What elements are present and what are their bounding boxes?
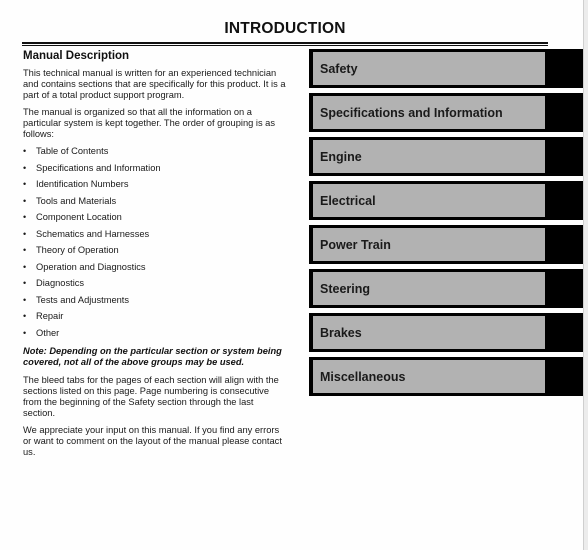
section-tab-label: Safety: [313, 52, 545, 85]
list-item: • Table of Contents: [23, 146, 288, 163]
list-item-label: Repair: [36, 311, 64, 321]
list-item: • Theory of Operation: [23, 245, 288, 262]
list-item-label: Diagnostics: [36, 278, 85, 288]
list-item: • Repair: [23, 311, 288, 328]
intro-paragraph: This technical manual is written for an …: [23, 68, 286, 100]
list-item: • Identification Numbers: [23, 179, 288, 196]
bullet-icon: •: [23, 228, 27, 239]
section-tab-safety[interactable]: Safety: [309, 49, 583, 88]
section-tab-label: Brakes: [313, 316, 545, 349]
list-item: • Schematics and Harnesses: [23, 229, 288, 246]
section-tab-label: Steering: [313, 272, 545, 305]
list-item: • Operation and Diagnostics: [23, 262, 288, 279]
bleed-tabs-paragraph: The bleed tabs for the pages of each sec…: [23, 375, 279, 418]
list-item-label: Table of Contents: [36, 146, 109, 156]
list-item: • Component Location: [23, 212, 288, 229]
list-item: • Specifications and Information: [23, 163, 288, 180]
list-item-label: Tests and Adjustments: [36, 294, 130, 305]
section-tab-label: Miscellaneous: [313, 360, 545, 393]
list-item: • Tools and Materials: [23, 196, 288, 213]
list-item-label: Tools and Materials: [36, 195, 117, 206]
list-item-label: Schematics and Harnesses: [36, 228, 150, 239]
bullet-icon: •: [23, 327, 27, 338]
list-item-label: Specifications and Information: [36, 162, 161, 173]
section-tab-label: Electrical: [313, 184, 545, 217]
bullet-icon: •: [23, 146, 27, 156]
section-tab-engine[interactable]: Engine: [309, 137, 583, 176]
section-tab-label: Specifications and Information: [313, 96, 545, 129]
title-double-rule: [22, 42, 548, 46]
note-text: Note: Depending on the particular sectio…: [23, 346, 282, 367]
vertical-scrollbar[interactable]: [583, 0, 588, 550]
section-tab-electrical[interactable]: Electrical: [309, 181, 583, 220]
section-heading: Manual Description: [23, 50, 130, 62]
list-item-label: Operation and Diagnostics: [36, 261, 146, 272]
section-tab-label: Power Train: [313, 228, 545, 261]
bullet-icon: •: [23, 311, 27, 321]
list-item-label: Theory of Operation: [36, 245, 119, 255]
bullet-icon: •: [23, 195, 27, 206]
bullet-icon: •: [23, 245, 27, 255]
bullet-icon: •: [23, 162, 27, 173]
section-tab-brakes[interactable]: Brakes: [309, 313, 583, 352]
section-tab-label: Engine: [313, 140, 545, 173]
section-tab-steering[interactable]: Steering: [309, 269, 583, 308]
section-tab-power-train[interactable]: Power Train: [309, 225, 583, 264]
list-item-label: Identification Numbers: [36, 179, 129, 189]
bullet-icon: •: [23, 212, 27, 222]
feedback-paragraph: We appreciate your input on this manual.…: [23, 425, 282, 457]
organization-paragraph: The manual is organized so that all the …: [23, 107, 276, 139]
bullet-icon: •: [23, 261, 27, 272]
list-item: • Diagnostics: [23, 278, 288, 295]
bullet-icon: •: [23, 179, 27, 189]
manual-page: INTRODUCTION Manual Description This tec…: [0, 0, 583, 550]
bullet-icon: •: [23, 278, 27, 288]
bullet-icon: •: [23, 294, 27, 305]
list-item-label: Component Location: [36, 212, 122, 222]
list-item-label: Other: [36, 327, 60, 338]
list-item: • Tests and Adjustments: [23, 295, 288, 312]
section-tabs: Safety Specifications and Information En…: [309, 49, 583, 401]
page-title: INTRODUCTION: [224, 20, 346, 37]
manual-description-column: Manual Description This technical manual…: [23, 50, 288, 464]
list-item: • Other: [23, 328, 288, 345]
grouping-list: • Table of Contents • Specifications and I…: [23, 146, 288, 344]
section-tab-specifications[interactable]: Specifications and Information: [309, 93, 583, 132]
section-tab-miscellaneous[interactable]: Miscellaneous: [309, 357, 583, 396]
